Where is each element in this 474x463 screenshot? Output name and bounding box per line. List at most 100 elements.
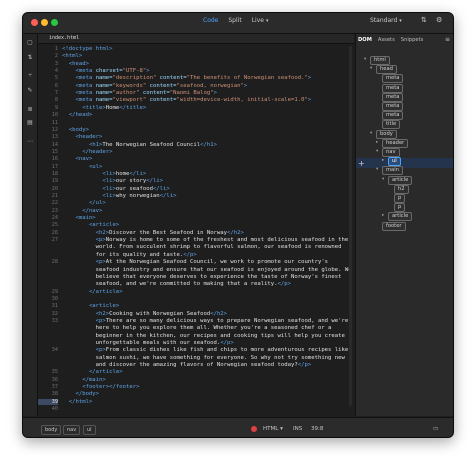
chevron-down-icon[interactable]: ▾ [376, 166, 378, 173]
close-window-button[interactable] [31, 19, 38, 26]
code-line[interactable]: <header> [62, 134, 102, 141]
dom-node-head[interactable]: head [376, 65, 397, 75]
code-line[interactable]: <li>our story</li> [62, 178, 163, 185]
code-line[interactable]: <article> [62, 303, 119, 310]
sync-settings-icon[interactable]: ⇅ [421, 16, 427, 24]
code-line[interactable]: seafood industry and ensure that our sea… [62, 267, 352, 274]
dom-node-article[interactable]: article [388, 212, 413, 222]
view-tab-split[interactable]: Split [228, 17, 241, 24]
dom-node-footer[interactable]: footer [382, 221, 406, 231]
code-line[interactable]: <main> [62, 215, 95, 222]
dom-node-meta[interactable]: meta [382, 102, 404, 111]
dom-node-body[interactable]: body [376, 129, 397, 139]
code-line[interactable]: </body> [62, 391, 99, 398]
transfer-icon[interactable]: ⇅ [26, 54, 34, 62]
code-editor[interactable]: index.html 1 2 3 4 5 6 7 8 9 10 11 12 13 14 15 16 17 18 19… [38, 34, 354, 416]
code-line[interactable]: <meta name="description" content="The be… [62, 75, 311, 82]
code-line[interactable]: <h2>Cooking with Norwegian Seafood</h2> [62, 311, 227, 318]
code-line[interactable]: world. From succulent shrimp to flavorfu… [62, 244, 342, 251]
view-tab-live[interactable]: Live ▾ [252, 17, 269, 24]
code-line[interactable]: <p>There are so many delicious ways to p… [62, 318, 349, 325]
code-line[interactable]: for its quality and taste.</p> [62, 252, 197, 259]
breadcrumb-ul[interactable]: ul [83, 425, 96, 435]
code-line[interactable]: <html> [62, 53, 82, 60]
code-line[interactable]: <ul> [62, 164, 102, 171]
chevron-down-icon[interactable]: ▾ [370, 130, 372, 137]
code-area[interactable]: <!doctype html> <html> <head> <meta chars… [62, 44, 352, 416]
dom-node-title[interactable]: title [382, 120, 401, 130]
code-line[interactable]: <meta charset="UTF-8"> [62, 68, 149, 75]
gear-icon[interactable]: ⚙ [436, 16, 442, 24]
comment-icon[interactable]: ▤ [26, 119, 34, 127]
code-line[interactable]: <h2>Discover the Best Seafood in Norway<… [62, 230, 244, 237]
file-tab[interactable]: index.html [38, 34, 354, 44]
chevron-down-icon[interactable]: ▾ [370, 65, 372, 72]
code-line[interactable]: <meta name="keywords" content="seafood, … [62, 83, 247, 90]
dom-node-ul[interactable]: ul [388, 157, 401, 167]
minimize-window-button[interactable] [41, 19, 48, 26]
code-line[interactable]: <p>At the Norwegian Seafood Council, we … [62, 259, 328, 266]
code-line[interactable]: </article> [62, 289, 123, 296]
panel-menu-icon[interactable]: ≡ [445, 36, 450, 43]
code-line[interactable]: unforgettable meals with our seafood.</p… [62, 340, 234, 347]
code-line[interactable]: <nav> [62, 156, 92, 163]
code-line[interactable]: </main> [62, 377, 106, 384]
view-tab-code[interactable]: Code [203, 17, 218, 24]
file-icon[interactable]: ▢ [26, 39, 34, 47]
code-line[interactable]: </nav> [62, 208, 102, 215]
breadcrumb-nav[interactable]: nav [63, 425, 81, 435]
code-line[interactable]: </ul> [62, 200, 106, 207]
wand-icon[interactable]: ✎ [26, 87, 34, 95]
code-line[interactable]: </header> [62, 149, 112, 156]
dom-node-main[interactable]: main [382, 166, 403, 176]
code-line[interactable]: beginner in the kitchen, our recipes and… [62, 333, 345, 340]
format-icon[interactable]: ≣ [26, 106, 34, 114]
workspace-selector[interactable]: Standard ▾ [370, 17, 402, 24]
tab-dom[interactable]: DOM [358, 37, 372, 43]
dom-node-html[interactable]: html [370, 56, 390, 65]
live-preview-icon[interactable]: ▭ [433, 426, 438, 432]
code-line[interactable]: <footer></footer> [62, 384, 139, 391]
chevron-right-icon[interactable]: ▸ [382, 212, 384, 219]
code-line[interactable]: <p>Norway is home to some of the freshes… [62, 237, 349, 244]
git-branch-icon[interactable]: ⑂ [26, 72, 34, 80]
code-line[interactable]: seafood, and we're committed to making t… [62, 281, 291, 288]
tab-assets[interactable]: Assets [378, 37, 395, 43]
code-line[interactable]: and discover the amazing flavors of Norw… [62, 362, 312, 369]
error-indicator-icon[interactable] [251, 426, 257, 432]
code-line[interactable]: <title>Home</title> [62, 105, 146, 112]
dom-node-article[interactable]: article [388, 175, 413, 185]
code-line[interactable]: <!doctype html> [62, 46, 113, 53]
dom-node-nav[interactable]: nav [382, 148, 400, 157]
chevron-right-icon[interactable]: ▸ [382, 157, 384, 164]
dom-node-meta[interactable]: meta [382, 111, 404, 121]
code-line[interactable]: <li>our seafood</li> [62, 186, 169, 193]
dom-node-meta[interactable]: meta [382, 83, 404, 93]
code-line[interactable]: </article> [62, 369, 123, 376]
code-line[interactable]: <p>From classic dishes like fish and chi… [62, 347, 349, 354]
tab-snippets[interactable]: Snippets [401, 37, 424, 43]
language-selector[interactable]: HTML ▾ [263, 426, 283, 432]
dom-node-meta[interactable]: meta [382, 74, 404, 84]
dom-node-meta[interactable]: meta [382, 92, 404, 102]
code-line[interactable]: <body> [62, 127, 89, 134]
add-element-icon[interactable]: + [358, 159, 365, 168]
code-line[interactable]: <li>why norwegian</li> [62, 193, 176, 200]
breadcrumb-body[interactable]: body [41, 425, 62, 435]
dom-node-header[interactable]: header [382, 138, 409, 148]
code-line[interactable]: </html> [62, 399, 93, 406]
chevron-right-icon[interactable]: ▸ [376, 139, 378, 146]
code-line[interactable]: <meta name="viewport" content="width=dev… [62, 97, 311, 104]
code-line[interactable]: <meta name="author" content="Naomi Balog… [62, 90, 216, 97]
dom-node-p[interactable]: p [394, 203, 406, 213]
code-line[interactable]: <head> [62, 61, 89, 68]
more-icon[interactable]: ⋯ [26, 138, 34, 146]
dom-node-p[interactable]: p [394, 194, 406, 203]
chevron-down-icon[interactable]: ▾ [364, 56, 366, 63]
code-line[interactable]: </head> [62, 112, 93, 119]
code-line[interactable]: <article> [62, 222, 119, 229]
vertical-scrollbar[interactable] [349, 46, 352, 406]
code-line[interactable]: <h1>The Norwegian Seafood Council</h1> [62, 142, 217, 149]
code-line[interactable]: <li>home</li> [62, 171, 146, 178]
dom-node-h2[interactable]: h2 [394, 184, 409, 194]
